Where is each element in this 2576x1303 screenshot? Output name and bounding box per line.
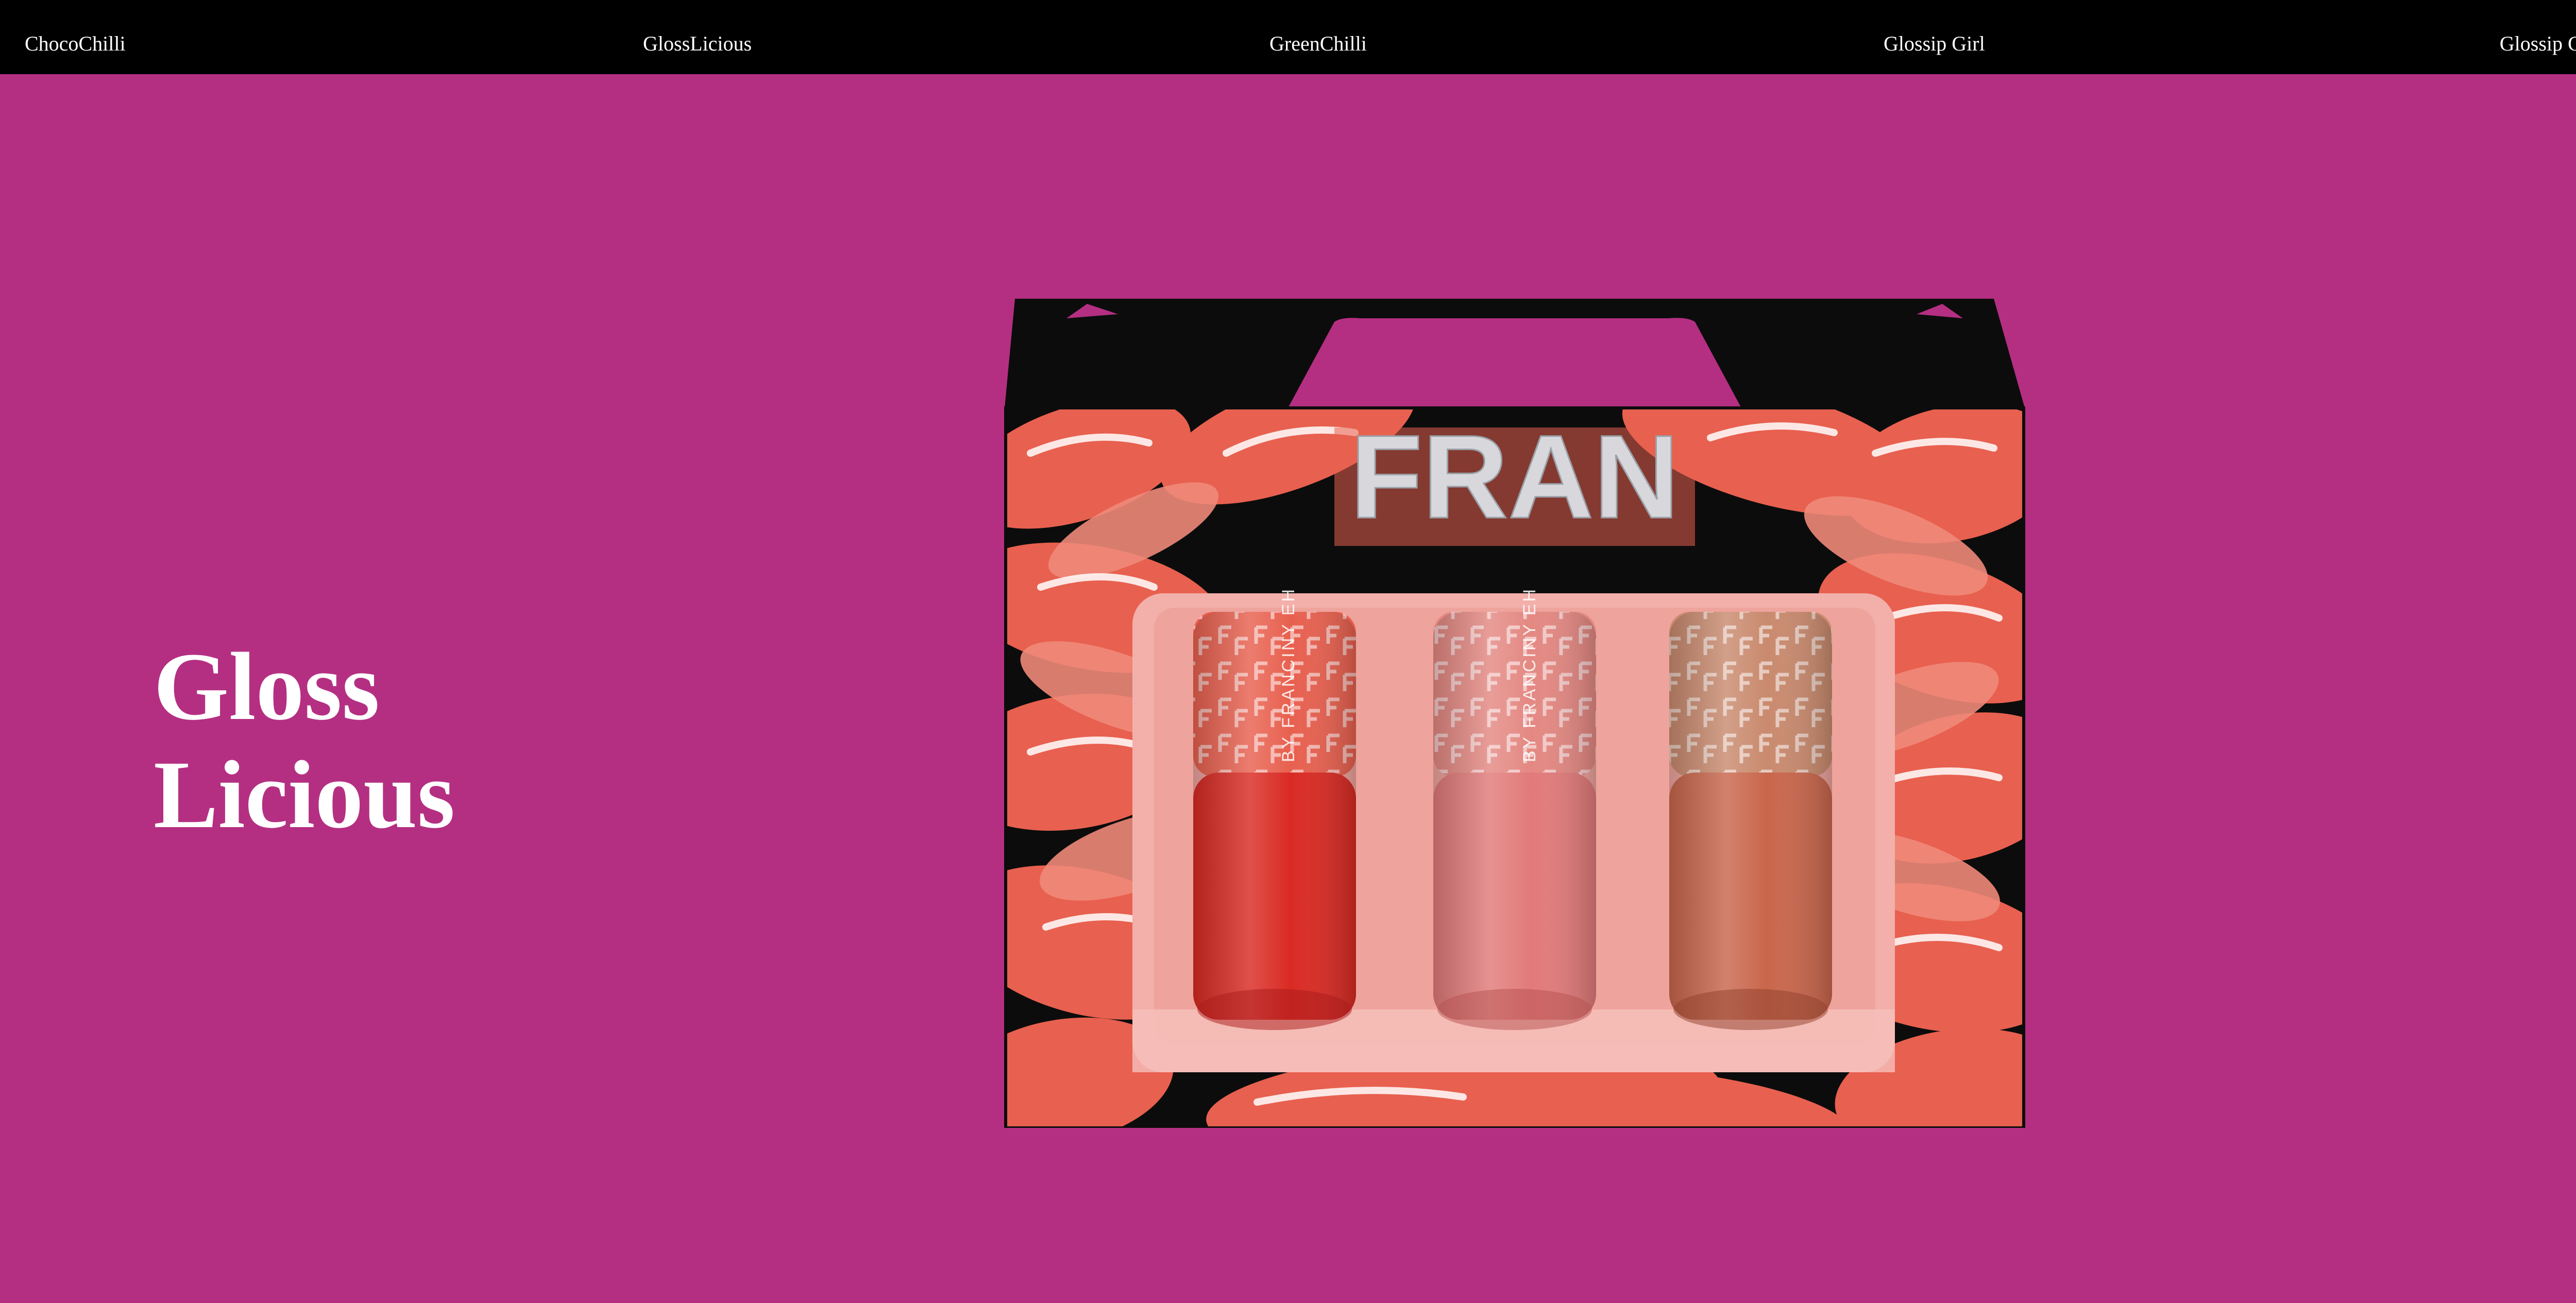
top-navigation: ChocoChilli GlossLicious GreenChilli Glo…: [0, 0, 2576, 74]
lip-gloss-tube-nude: [1669, 612, 1832, 1030]
hero-title: Gloss Licious: [154, 632, 455, 849]
brand-logo: FRAN: [1350, 410, 1680, 543]
box-front-artwork: FRAN BY FRANCINY EH BY FRANCINY EH: [1006, 408, 2024, 1128]
nav-link-greenchilli[interactable]: GreenChilli: [1269, 31, 1367, 57]
nav-link-chocochilli[interactable]: ChocoChilli: [25, 31, 126, 57]
tube-text-1: BY FRANCINY EH: [1279, 587, 1298, 762]
product-image: FRAN BY FRANCINY EH BY FRANCINY EH: [999, 299, 2030, 1128]
nav-link-glossip-gold[interactable]: Glossip Gold: [2500, 31, 2576, 57]
nav-link-glossip-girl[interactable]: Glossip Girl: [1884, 31, 1985, 57]
lip-gloss-tube-pink: [1433, 612, 1596, 1030]
nav-link-glosslicious[interactable]: GlossLicious: [643, 31, 752, 57]
hero-title-line-2: Licious: [154, 741, 455, 848]
hero-title-line-1: Gloss: [154, 632, 380, 740]
box-handle-cutout: [1288, 318, 1741, 408]
lip-gloss-tube-red: [1193, 612, 1356, 1030]
tube-text-2: BY FRANCINY EH: [1520, 587, 1539, 762]
